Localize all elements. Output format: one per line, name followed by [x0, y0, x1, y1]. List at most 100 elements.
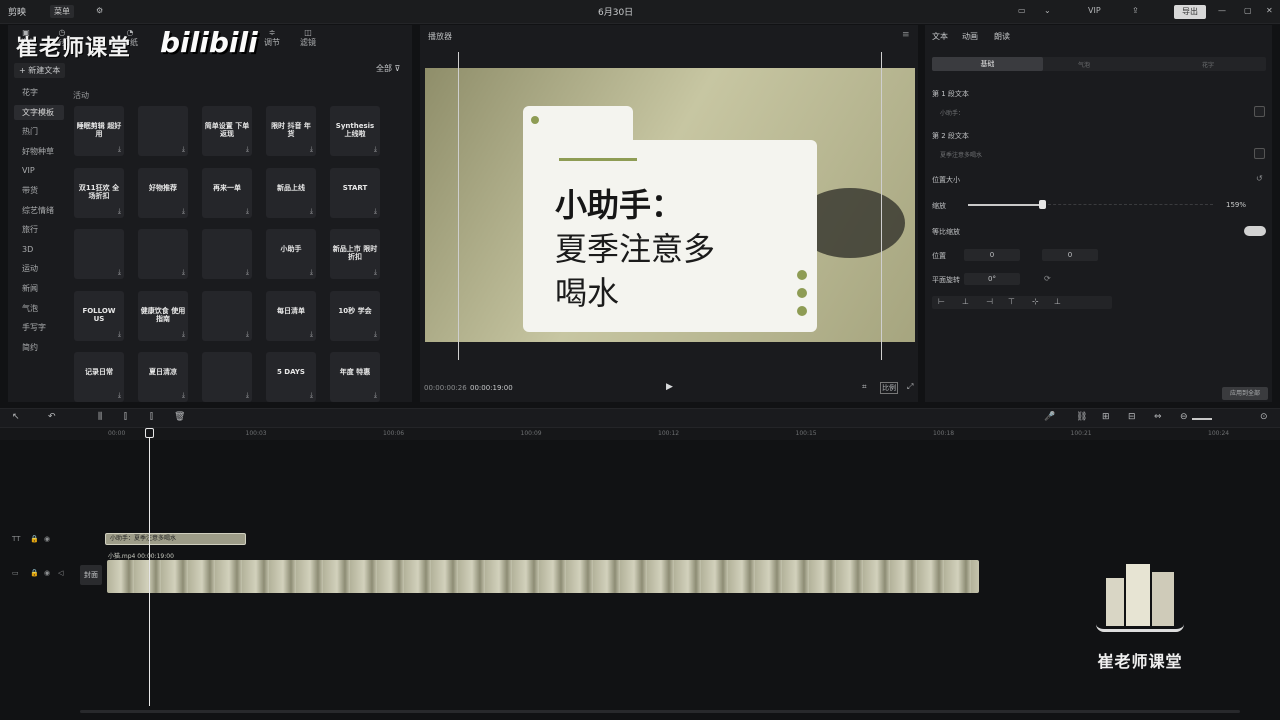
template-tile[interactable]: ⤓ — [138, 229, 188, 279]
rotate-input[interactable]: 0° — [964, 273, 1020, 285]
template-tile[interactable]: ⤓ — [202, 290, 252, 341]
play-icon[interactable]: ▶ — [666, 382, 673, 392]
text-clip[interactable]: 小助手：夏季注意多喝水 — [105, 533, 246, 545]
menu-button[interactable]: 菜单 — [50, 5, 74, 18]
template-tile[interactable]: 年度 特惠 ⤓ — [330, 352, 380, 402]
template-tile[interactable]: 5 DAYS ⤓ — [266, 352, 316, 402]
download-icon[interactable]: ⤓ — [182, 145, 185, 154]
download-icon[interactable]: ⤓ — [182, 207, 185, 216]
close-icon[interactable]: ✕ — [1266, 6, 1273, 15]
download-icon[interactable]: ⤓ — [118, 268, 121, 277]
template-tile[interactable]: 新品上线 ⤓ — [266, 167, 316, 218]
template-tile[interactable]: 10秒 学会 ⤓ — [330, 290, 380, 341]
menu-icon[interactable]: ≡ — [902, 30, 910, 40]
template-tile[interactable]: 好物推荐 ⤓ — [138, 167, 188, 218]
playhead[interactable] — [149, 428, 150, 706]
vip-icon[interactable]: VIP — [1088, 6, 1101, 15]
snap-icon[interactable]: ⊞ — [1102, 412, 1110, 422]
template-tile[interactable]: ⤓ — [202, 352, 252, 402]
template-tile[interactable]: FOLLOW US ⤓ — [74, 290, 124, 341]
lock-icon[interactable]: 🔒 — [30, 535, 39, 543]
eye-icon[interactable]: ◉ — [44, 569, 50, 577]
microphone-icon[interactable]: 🎤 — [1044, 412, 1055, 422]
position-size-label[interactable]: 位置大小 — [932, 175, 960, 185]
align-bottom-icon[interactable]: ⊥ — [1054, 297, 1061, 306]
select-icon[interactable]: ↖ — [12, 412, 20, 422]
video-clip[interactable] — [107, 560, 979, 593]
template-tile[interactable]: 小助手 ⤓ — [266, 229, 316, 279]
template-tile[interactable]: 限时 抖音 年货 ⤓ — [266, 106, 316, 156]
subtab-bubble[interactable]: 气泡 — [1078, 60, 1090, 69]
download-icon[interactable]: ⤓ — [246, 330, 249, 339]
screenshot-icon[interactable]: ⌗ — [862, 382, 867, 392]
download-icon[interactable]: ⤓ — [374, 268, 377, 277]
download-icon[interactable]: ⤓ — [374, 330, 377, 339]
delete-icon[interactable]: 🗑 — [174, 412, 185, 422]
download-icon[interactable]: ⤓ — [310, 330, 313, 339]
lock-icon[interactable]: 🔒 — [30, 569, 39, 577]
zoom-slider[interactable] — [1192, 418, 1212, 420]
download-icon[interactable]: ⤓ — [118, 391, 121, 400]
uniform-scale-toggle[interactable] — [1244, 226, 1266, 236]
category-item[interactable]: 运动 — [14, 261, 64, 276]
rotate-icon[interactable]: ⟳ — [1044, 274, 1051, 283]
category-item[interactable]: 文字模板 — [14, 104, 64, 120]
download-icon[interactable]: ⤓ — [246, 145, 249, 154]
align-center-icon[interactable]: ⊥ — [962, 297, 969, 306]
download-icon[interactable]: ⤓ — [246, 268, 249, 277]
new-text-button[interactable]: + 新建文本 — [14, 63, 66, 78]
mute-icon[interactable]: ◁ — [58, 569, 63, 577]
tab-text[interactable]: 文本 — [932, 31, 948, 42]
subtab-basic[interactable]: 基础 — [932, 57, 1043, 71]
tab-filter[interactable]: ◫ 滤镜 — [294, 28, 322, 48]
reset-icon[interactable]: ↺ — [1256, 174, 1263, 183]
category-item[interactable]: 气泡 — [14, 301, 64, 316]
split-right-icon[interactable]: ⫿ — [150, 412, 153, 422]
minimize-icon[interactable]: — — [1218, 6, 1226, 15]
scale-slider-track[interactable] — [968, 204, 1043, 206]
tab-read[interactable]: 朗读 — [994, 31, 1010, 42]
chevron-down-icon[interactable]: ⌄ — [1044, 6, 1051, 15]
zoom-fit-icon[interactable]: ⊙ — [1260, 412, 1268, 422]
category-item[interactable]: 好物种草 — [14, 144, 64, 159]
download-icon[interactable]: ⤓ — [118, 330, 121, 339]
download-icon[interactable]: ⤓ — [374, 207, 377, 216]
download-icon[interactable]: ⤓ — [118, 207, 121, 216]
template-tile[interactable]: 每日清单 ⤓ — [266, 290, 316, 341]
fit-icon[interactable]: ⇔ — [1154, 412, 1162, 422]
para2-field[interactable]: 夏季注意多喝水 — [940, 150, 982, 159]
undo-icon[interactable]: ↶ — [48, 412, 56, 422]
download-icon[interactable]: ⤓ — [182, 268, 185, 277]
video-preview[interactable]: 小助手： 夏季注意多 喝水 — [425, 68, 915, 342]
download-icon[interactable]: ⤓ — [310, 391, 313, 400]
download-icon[interactable]: ⤓ — [118, 145, 121, 154]
category-item[interactable]: VIP — [14, 163, 64, 178]
template-tile[interactable]: 健康饮食 使用指南 ⤓ — [138, 290, 188, 341]
download-icon[interactable]: ⤓ — [310, 268, 313, 277]
settings-icon[interactable]: ⚙ — [96, 6, 103, 15]
category-item[interactable]: 热门 — [14, 124, 64, 139]
cover-button[interactable]: 封面 — [80, 565, 102, 585]
category-item[interactable]: 手写字 — [14, 320, 64, 335]
eye-icon[interactable]: ◉ — [44, 535, 50, 543]
align-middle-icon[interactable]: ⊹ — [1032, 297, 1039, 306]
split-left-icon[interactable]: ⫿ — [124, 412, 127, 422]
zoom-out-icon[interactable]: ⊖ — [1180, 412, 1188, 422]
download-icon[interactable]: ⤓ — [374, 391, 377, 400]
template-tile[interactable]: 夏日清凉 ⤓ — [138, 352, 188, 402]
para2-checkbox[interactable] — [1254, 148, 1265, 159]
download-icon[interactable]: ⤓ — [182, 330, 185, 339]
filter-dropdown[interactable]: 全部 ⊽ — [376, 63, 400, 74]
fullscreen-icon[interactable]: ⤢ — [907, 382, 913, 392]
ratio-button[interactable]: 比例 — [880, 382, 898, 394]
template-tile[interactable]: 睡眠剪辑 超好用 ⤓ — [74, 106, 124, 156]
pos-x-input[interactable]: 0 — [964, 249, 1020, 261]
template-tile[interactable]: 再来一单 ⤓ — [202, 167, 252, 218]
category-item[interactable]: 综艺情绪 — [14, 203, 64, 218]
category-item[interactable]: 带货 — [14, 183, 64, 198]
download-icon[interactable]: ⤓ — [374, 145, 377, 154]
category-item[interactable]: 新闻 — [14, 281, 64, 296]
download-icon[interactable]: ⤓ — [246, 391, 249, 400]
template-tile[interactable]: ⤓ — [202, 229, 252, 279]
split-icon[interactable]: ⫼ — [98, 412, 102, 422]
